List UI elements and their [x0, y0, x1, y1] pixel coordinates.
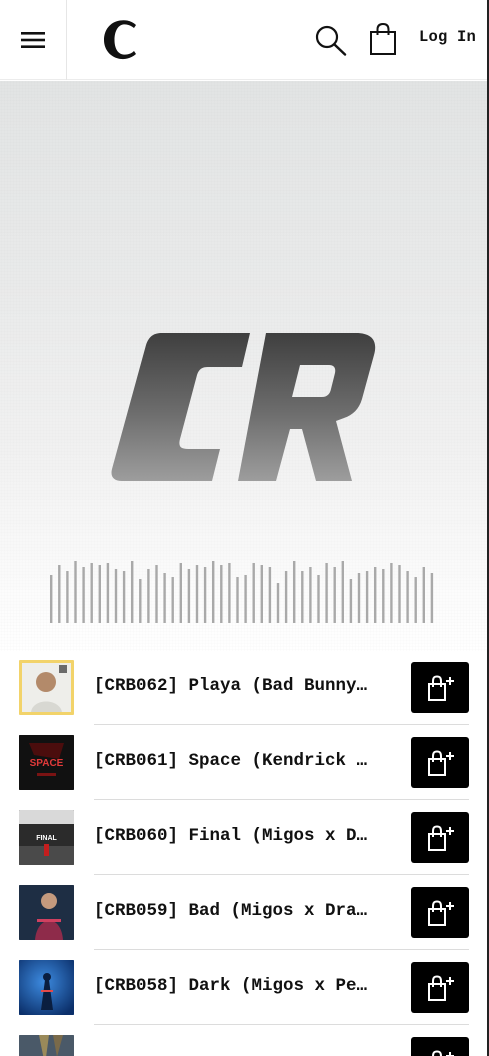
- waveform-bar: [374, 567, 377, 623]
- waveform-bar: [220, 565, 223, 623]
- list-item: [0, 1026, 489, 1056]
- waveform-bar: [357, 573, 361, 623]
- track-title[interactable]: [CRB059] Bad (Migos x Dra…: [94, 901, 394, 921]
- cart-add-icon: [432, 1049, 454, 1056]
- track-artwork[interactable]: [19, 885, 74, 940]
- waveform-bar: [50, 575, 53, 623]
- cr-logo: [111, 333, 376, 481]
- track-artwork[interactable]: SPACE: [19, 735, 74, 790]
- waveform-bar: [82, 567, 85, 623]
- track-artwork[interactable]: FINAL: [19, 810, 74, 865]
- add-to-cart-button[interactable]: [411, 887, 469, 938]
- shopping-bag-icon[interactable]: [368, 22, 398, 56]
- waveform-bar: [398, 565, 401, 623]
- waveform-bar: [406, 571, 409, 623]
- menu-button[interactable]: [0, 0, 67, 80]
- divider: [94, 1024, 469, 1025]
- waveform-bar: [139, 579, 142, 623]
- list-item: FINAL [CRB060] Final (Migos x D…: [0, 801, 489, 876]
- waveform-bar: [106, 563, 110, 623]
- add-to-cart-button[interactable]: [411, 962, 469, 1013]
- waveform-bar: [58, 565, 61, 623]
- track-title[interactable]: [CRB058] Dark (Migos x Pe…: [94, 976, 394, 996]
- waveform-bar: [155, 565, 158, 623]
- list-item: SPACE [CRB061] Space (Kendrick …: [0, 726, 489, 801]
- waveform-bar: [333, 567, 336, 623]
- waveform-bar: [309, 567, 312, 623]
- waveform-bar: [430, 573, 434, 623]
- list-item: [CRB058] Dark (Migos x Pe…: [0, 951, 489, 1026]
- list-item: [CRB059] Bad (Migos x Dra…: [0, 876, 489, 951]
- waveform-bar: [147, 569, 150, 623]
- waveform-bar: [325, 563, 328, 623]
- cart-add-icon: [428, 674, 454, 701]
- waveform-bar: [114, 569, 118, 623]
- waveform-bar: [349, 579, 353, 623]
- cart-add-icon: [428, 824, 454, 851]
- waveform-bar: [74, 561, 77, 623]
- waveform-bar: [317, 575, 320, 623]
- brand-logo[interactable]: [98, 16, 146, 64]
- audio-waveform: [50, 561, 434, 623]
- waveform-bar: [163, 573, 166, 623]
- waveform-bar: [284, 571, 288, 623]
- waveform-bar: [252, 563, 255, 623]
- divider: [94, 724, 469, 725]
- waveform-bar: [422, 567, 425, 623]
- hero-banner: [0, 81, 489, 651]
- waveform-bar: [276, 583, 280, 623]
- waveform-bar: [382, 569, 385, 623]
- track-title[interactable]: [CRB061] Space (Kendrick …: [94, 751, 394, 771]
- waveform-bar: [179, 563, 182, 623]
- divider: [94, 949, 469, 950]
- waveform-bar: [301, 571, 304, 623]
- waveform-bar: [212, 561, 215, 623]
- waveform-bar: [171, 577, 174, 623]
- divider: [94, 874, 469, 875]
- top-header: Log In: [0, 0, 489, 80]
- waveform-bar: [414, 577, 417, 623]
- cart-add-icon: [428, 749, 454, 776]
- search-icon[interactable]: [314, 24, 348, 56]
- menu-icon: [21, 32, 45, 48]
- waveform-bar: [195, 565, 199, 623]
- thumb-label: SPACE: [30, 758, 64, 769]
- waveform-bar: [122, 571, 126, 623]
- waveform-bar: [293, 561, 296, 623]
- waveform-bar: [228, 563, 231, 623]
- waveform-bar: [390, 563, 393, 623]
- add-to-cart-button[interactable]: [411, 812, 469, 863]
- track-artwork[interactable]: [19, 660, 74, 715]
- add-to-cart-button[interactable]: [411, 1037, 469, 1056]
- cart-add-icon: [428, 974, 454, 1001]
- waveform-bar: [90, 563, 93, 623]
- waveform-bar: [98, 565, 101, 623]
- thumb-label: FINAL: [36, 835, 57, 842]
- waveform-bar: [244, 575, 247, 623]
- cart-add-icon: [428, 899, 454, 926]
- divider: [94, 799, 469, 800]
- waveform-bar: [236, 577, 239, 623]
- add-to-cart-button[interactable]: [411, 662, 469, 713]
- track-artwork[interactable]: [19, 1035, 74, 1056]
- waveform-bar: [203, 567, 207, 623]
- track-title[interactable]: [CRB062] Playa (Bad Bunny…: [94, 676, 394, 696]
- login-link[interactable]: Log In: [419, 28, 476, 46]
- waveform-bar: [187, 569, 191, 623]
- list-item: [CRB062] Playa (Bad Bunny…: [0, 651, 489, 726]
- waveform-bar: [341, 561, 344, 623]
- track-artwork[interactable]: [19, 960, 74, 1015]
- waveform-bar: [365, 571, 369, 623]
- add-to-cart-button[interactable]: [411, 737, 469, 788]
- waveform-bar: [260, 565, 263, 623]
- waveform-bar: [66, 571, 69, 623]
- track-title[interactable]: [CRB060] Final (Migos x D…: [94, 826, 394, 846]
- waveform-bar: [131, 561, 134, 623]
- waveform-bar: [268, 567, 272, 623]
